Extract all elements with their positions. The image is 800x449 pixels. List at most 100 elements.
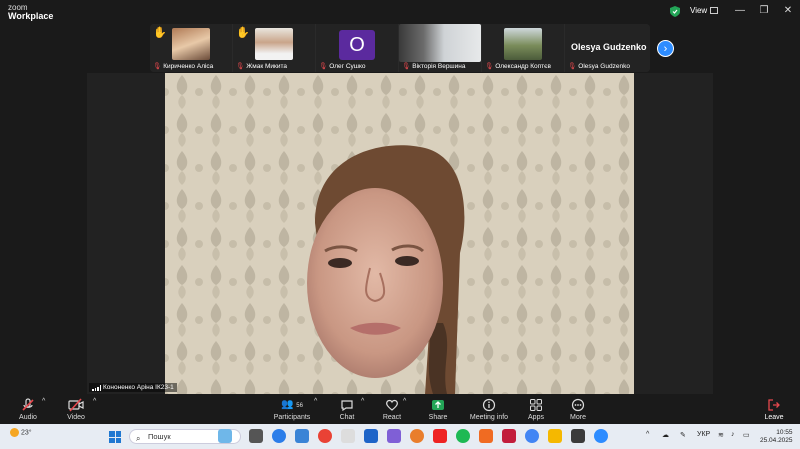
chat-options-chevron-icon[interactable]: ^ [361, 398, 364, 405]
battery-icon[interactable]: ▭ [743, 431, 750, 439]
mic-muted-icon: 🎙 [568, 63, 577, 70]
participants-label: Participants [273, 414, 311, 421]
app-icon[interactable] [410, 429, 424, 443]
chat-label: Chat [339, 414, 355, 421]
participant-tile[interactable]: ✋ 🎙 Жмак Микита [233, 24, 315, 72]
store-icon[interactable] [295, 429, 309, 443]
minimize-button[interactable]: — [732, 5, 748, 16]
speaker-name: Кононенко Аріна ІК23-1 [103, 384, 174, 391]
mic-muted-icon: 🎙 [402, 63, 411, 70]
clock-time: 10:55 [776, 429, 793, 436]
app-icon[interactable] [571, 429, 585, 443]
react-label: React [382, 414, 402, 421]
participant-name-bar: 🎙 Вікторія Вершина [399, 62, 481, 70]
audio-options-chevron-icon[interactable]: ^ [42, 398, 45, 405]
participant-avatar: O [339, 30, 375, 60]
app-icon[interactable] [387, 429, 401, 443]
windows-taskbar: 23° ⌕ Пошук ^ ☁ ✎ УКР ≋ ♪ ▭ 10:55 25.04.… [0, 424, 800, 449]
chat-icon [341, 400, 353, 412]
participant-name: Олександр Коптєв [495, 63, 551, 70]
video-label: Video [67, 414, 85, 421]
meeting-info-label: Meeting info [469, 414, 509, 421]
audio-label: Audio [19, 414, 37, 421]
react-options-chevron-icon[interactable]: ^ [403, 398, 406, 405]
participant-tile[interactable]: O 🎙 Олег Сушко [316, 24, 398, 72]
photos-icon[interactable] [364, 429, 378, 443]
share-label: Share [428, 414, 448, 421]
participant-tile[interactable]: ✋ 🎙 Кириченко Аліса [150, 24, 232, 72]
search-placeholder: Пошук [148, 432, 171, 441]
react-button[interactable]: React [380, 398, 404, 421]
mic-muted-icon: 🎙 [319, 63, 328, 70]
logo-line2: Workplace [8, 11, 54, 21]
participant-video [399, 24, 481, 62]
participant-tile[interactable]: 🎙 Вікторія Вершина [399, 24, 481, 72]
temperature: 23° [20, 429, 32, 437]
zoom-window: zoom Workplace View — ❐ ✕ ✋ 🎙 Кириченко А… [0, 0, 800, 449]
leave-button[interactable]: Leave [762, 398, 786, 421]
close-button[interactable]: ✕ [780, 5, 796, 16]
more-button[interactable]: More [566, 398, 590, 421]
edge-browser-icon[interactable] [272, 429, 286, 443]
volume-icon[interactable]: ♪ [731, 431, 735, 438]
spotify-icon[interactable] [456, 429, 470, 443]
language-indicator[interactable]: УКР [697, 431, 710, 438]
widget-icon[interactable] [218, 429, 232, 443]
app-logo: zoom Workplace [8, 3, 53, 21]
speaker-video-image [165, 73, 634, 394]
participants-count: 56 [296, 403, 303, 409]
task-view-icon[interactable] [249, 429, 263, 443]
share-button[interactable]: Share [426, 398, 450, 421]
zoom-taskbar-icon[interactable] [594, 429, 608, 443]
participant-name-bar: 🎙 Олександр Коптєв [482, 62, 564, 70]
active-speaker-label: Кононенко Аріна ІК23-1 [89, 383, 177, 392]
meeting-toolbar: Audio ^ Video ^ 👥 56 Participants ^ Chat… [0, 396, 800, 424]
video-button[interactable]: Video [64, 398, 88, 421]
participant-name: Olesya Gudzenko [578, 63, 630, 70]
apps-icon [530, 399, 542, 411]
participants-button[interactable]: 👥 56 Participants [272, 398, 312, 421]
weather-widget[interactable]: 23° [10, 428, 32, 437]
participant-name-bar: 🎙 Olesya Gudzenko [565, 62, 650, 70]
participant-name: Жмак Микита [246, 63, 288, 70]
youtube-icon[interactable] [433, 429, 447, 443]
security-shield-icon[interactable] [670, 6, 680, 17]
next-page-chevron-icon[interactable]: › [657, 40, 674, 57]
participant-display-name: Olesya Gudzenko [571, 42, 647, 52]
start-windows-icon[interactable] [109, 431, 121, 443]
view-button[interactable]: View [690, 6, 719, 15]
leave-icon [768, 399, 780, 411]
app-icon[interactable] [502, 429, 516, 443]
file-explorer-icon[interactable] [548, 429, 562, 443]
tray-app-icon[interactable]: ☁ [662, 431, 669, 439]
participant-name: Олег Сушко [329, 63, 366, 70]
chrome-browser-icon[interactable] [318, 429, 332, 443]
participant-tile[interactable]: Olesya Gudzenko 🎙 Olesya Gudzenko [565, 24, 650, 72]
participant-tile[interactable]: 🎙 Олександр Коптєв [482, 24, 564, 72]
mic-muted-icon: 🎙 [153, 63, 162, 70]
meeting-info-button[interactable]: Meeting info [469, 398, 509, 421]
chat-button[interactable]: Chat [335, 398, 359, 421]
participant-name-bar: 🎙 Кириченко Аліса [150, 62, 232, 70]
participant-name: Вікторія Вершина [412, 63, 466, 70]
raised-hand-icon: ✋ [236, 27, 250, 39]
app-icon[interactable] [525, 429, 539, 443]
sun-icon [10, 428, 19, 437]
system-clock[interactable]: 10:55 25.04.2025 [760, 429, 793, 445]
search-icon: ⌕ [136, 434, 141, 443]
app-icon[interactable] [341, 429, 355, 443]
app-icon[interactable] [479, 429, 493, 443]
apps-button[interactable]: Apps [524, 398, 548, 421]
grid-view-icon [710, 7, 719, 14]
mic-muted-icon [22, 398, 34, 411]
participants-icon: 👥 56 [281, 399, 303, 410]
tray-pen-icon[interactable]: ✎ [680, 431, 686, 439]
participant-name-bar: 🎙 Жмак Микита [233, 62, 315, 70]
wifi-icon[interactable]: ≋ [718, 431, 724, 439]
maximize-button[interactable]: ❐ [756, 5, 772, 16]
tray-chevron-icon[interactable]: ^ [646, 431, 649, 438]
participants-options-chevron-icon[interactable]: ^ [314, 398, 317, 405]
audio-button[interactable]: Audio [16, 398, 40, 421]
video-options-chevron-icon[interactable]: ^ [93, 398, 96, 405]
more-label: More [570, 414, 586, 421]
